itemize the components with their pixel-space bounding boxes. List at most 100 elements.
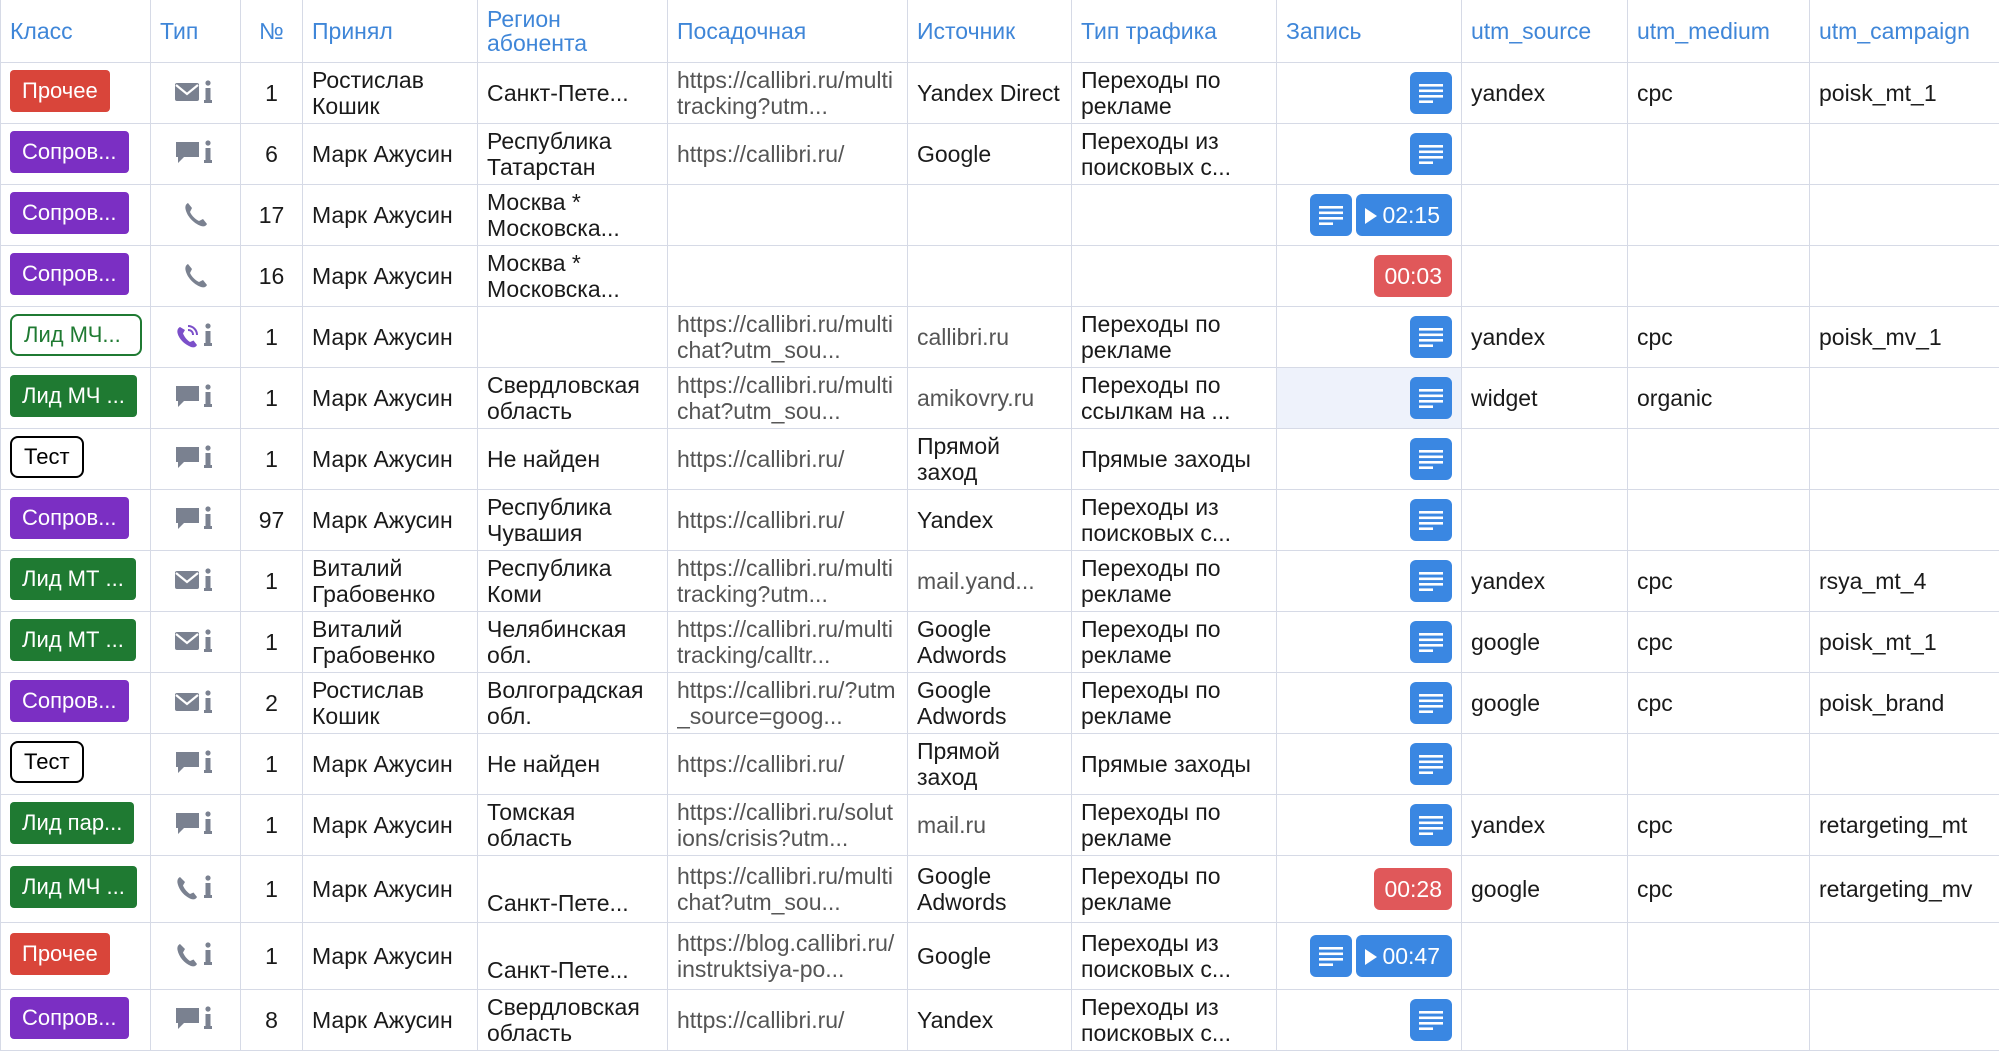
table-row[interactable]: Сопров... 97 Марк Ажусин Республика Чува… (1, 490, 1999, 551)
class-badge[interactable]: Сопров... (10, 253, 129, 295)
table-row[interactable]: Сопров... 8 Марк Ажусин Свердловская обл… (1, 990, 1999, 1051)
class-badge[interactable]: Лид МЧ... (10, 314, 142, 356)
landing-url[interactable]: https://callibri.ru/ (677, 1007, 898, 1033)
table-row[interactable]: Сопров... 6 Марк Ажусин Республика Татар… (1, 124, 1999, 185)
chat-icon[interactable] (174, 505, 218, 531)
class-badge[interactable]: Сопров... (10, 997, 129, 1039)
column-header-num[interactable]: № (241, 0, 303, 63)
document-lines-glyph (1419, 693, 1443, 713)
landing-url[interactable]: https://callibri.ru/?utm_source=goog... (677, 677, 898, 729)
missed-call-duration[interactable]: 00:28 (1374, 868, 1452, 910)
column-header-utm-campaign[interactable]: utm_campaign (1810, 0, 1999, 63)
transcript-button[interactable] (1410, 560, 1452, 602)
cell-record (1277, 307, 1462, 368)
chat-icon[interactable] (174, 139, 218, 165)
landing-url[interactable]: https://callibri.ru/ (677, 507, 898, 533)
region: Москва * Московска... (487, 250, 658, 302)
column-header-type[interactable]: Тип (151, 0, 241, 63)
missed-call-duration[interactable]: 00:03 (1374, 255, 1452, 297)
chat-icon[interactable] (174, 383, 218, 409)
column-header-utm-medium[interactable]: utm_medium (1628, 0, 1810, 63)
landing-url[interactable]: https://callibri.ru/multitracking?utm... (677, 555, 898, 607)
class-badge[interactable]: Лид пар... (10, 802, 134, 844)
envelope-icon[interactable] (174, 567, 218, 593)
cell-class: Лид пар... (1, 795, 151, 856)
class-badge[interactable]: Сопров... (10, 680, 129, 722)
table-row[interactable]: Сопров... 16 Марк Ажусин Москва * Москов… (1, 246, 1999, 307)
column-header-landing[interactable]: Посадочная (668, 0, 908, 63)
class-badge[interactable]: Лид МЧ ... (10, 375, 137, 417)
transcript-button[interactable] (1410, 133, 1452, 175)
landing-url[interactable]: https://callibri.ru/solutions/crisis?utm… (677, 799, 898, 851)
transcript-button[interactable] (1310, 194, 1352, 236)
chat-icon[interactable] (174, 444, 218, 470)
chat-icon[interactable] (174, 1005, 218, 1031)
landing-url[interactable]: https://callibri.ru/multichat?utm_sou... (677, 311, 898, 363)
transcript-button[interactable] (1410, 316, 1452, 358)
transcript-button[interactable] (1410, 621, 1452, 663)
chat-icon[interactable] (174, 749, 218, 775)
envelope-icon[interactable] (174, 689, 218, 715)
transcript-button[interactable] (1410, 743, 1452, 785)
table-row[interactable]: Лид МЧ... 1 Марк Ажусин https://callibri… (1, 307, 1999, 368)
column-header-klass[interactable]: Класс (1, 0, 151, 63)
envelope-icon[interactable] (174, 628, 218, 654)
transcript-button[interactable] (1410, 499, 1452, 541)
phone-icon[interactable] (181, 200, 211, 226)
phone-icon[interactable] (181, 261, 211, 287)
column-header-region[interactable]: Регион абонента (478, 0, 668, 63)
envelope-icon[interactable] (174, 79, 218, 105)
table-row[interactable]: Сопров... 17 Марк Ажусин Москва * Москов… (1, 185, 1999, 246)
landing-url[interactable]: https://callibri.ru/ (677, 141, 898, 167)
table-row[interactable]: Прочее 1 Марк Ажусин Санкт-Пете... https… (1, 923, 1999, 990)
cell-utm-medium (1628, 246, 1810, 307)
class-badge[interactable]: Прочее (10, 70, 110, 112)
class-badge[interactable]: Лид МЧ ... (10, 866, 137, 908)
landing-url[interactable]: https://callibri.ru/multitracking?utm... (677, 67, 898, 119)
table-row[interactable]: Лид МТ ... 1 Виталий Грабовенко Челябинс… (1, 612, 1999, 673)
source: mail.ru (917, 812, 1062, 838)
phone-info-icon[interactable] (174, 874, 218, 900)
class-badge[interactable]: Тест (10, 741, 84, 783)
class-badge[interactable]: Лид МТ ... (10, 558, 136, 600)
table-row[interactable]: Лид МЧ ... 1 Марк Ажусин Санкт-Пете... h… (1, 856, 1999, 923)
landing-url[interactable]: https://callibri.ru/multitracking/calltr… (677, 616, 898, 668)
landing-url[interactable]: https://callibri.ru/ (677, 751, 898, 777)
transcript-button[interactable] (1410, 804, 1452, 846)
transcript-button[interactable] (1410, 72, 1452, 114)
table-row[interactable]: Лид пар... 1 Марк Ажусин Томская область… (1, 795, 1999, 856)
transcript-button[interactable] (1410, 438, 1452, 480)
class-badge[interactable]: Сопров... (10, 131, 129, 173)
viber-icon[interactable] (174, 322, 218, 348)
column-header-traffic[interactable]: Тип трафика (1072, 0, 1277, 63)
play-recording-button[interactable]: 00:47 (1356, 935, 1452, 977)
column-header-accepted[interactable]: Принял (303, 0, 478, 63)
class-badge[interactable]: Лид МТ ... (10, 619, 136, 661)
column-header-source[interactable]: Источник (908, 0, 1072, 63)
transcript-button[interactable] (1310, 935, 1352, 977)
class-badge[interactable]: Сопров... (10, 192, 129, 234)
table-row[interactable]: Тест 1 Марк Ажусин Не найден https://cal… (1, 429, 1999, 490)
class-badge[interactable]: Прочее (10, 933, 110, 975)
column-header-utm-source[interactable]: utm_source (1462, 0, 1628, 63)
class-badge[interactable]: Сопров... (10, 497, 129, 539)
chat-icon[interactable] (174, 810, 218, 836)
landing-url[interactable]: https://callibri.ru/ (677, 446, 898, 472)
table-header-row: КлассТип№ПринялРегион абонентаПосадочная… (1, 0, 1999, 63)
table-row[interactable]: Лид МТ ... 1 Виталий Грабовенко Республи… (1, 551, 1999, 612)
table-row[interactable]: Сопров... 2 Ростислав Кошик Волгоградска… (1, 673, 1999, 734)
landing-url[interactable]: https://callibri.ru/multichat?utm_sou... (677, 372, 898, 424)
table-row[interactable]: Прочее 1 Ростислав Кошик Санкт-Пете... h… (1, 63, 1999, 124)
transcript-button[interactable] (1410, 999, 1452, 1041)
phone-info-icon[interactable] (174, 941, 218, 967)
landing-url[interactable]: https://blog.callibri.ru/instruktsiya-po… (677, 930, 898, 982)
landing-url[interactable]: https://callibri.ru/multichat?utm_sou... (677, 863, 898, 915)
class-badge[interactable]: Тест (10, 436, 84, 478)
transcript-button[interactable] (1410, 377, 1452, 419)
play-recording-button[interactable]: 02:15 (1356, 194, 1452, 236)
region: Свердловская область (487, 994, 658, 1046)
table-row[interactable]: Тест 1 Марк Ажусин Не найден https://cal… (1, 734, 1999, 795)
column-header-record[interactable]: Запись (1277, 0, 1462, 63)
table-row[interactable]: Лид МЧ ... 1 Марк Ажусин Свердловская об… (1, 368, 1999, 429)
transcript-button[interactable] (1410, 682, 1452, 724)
